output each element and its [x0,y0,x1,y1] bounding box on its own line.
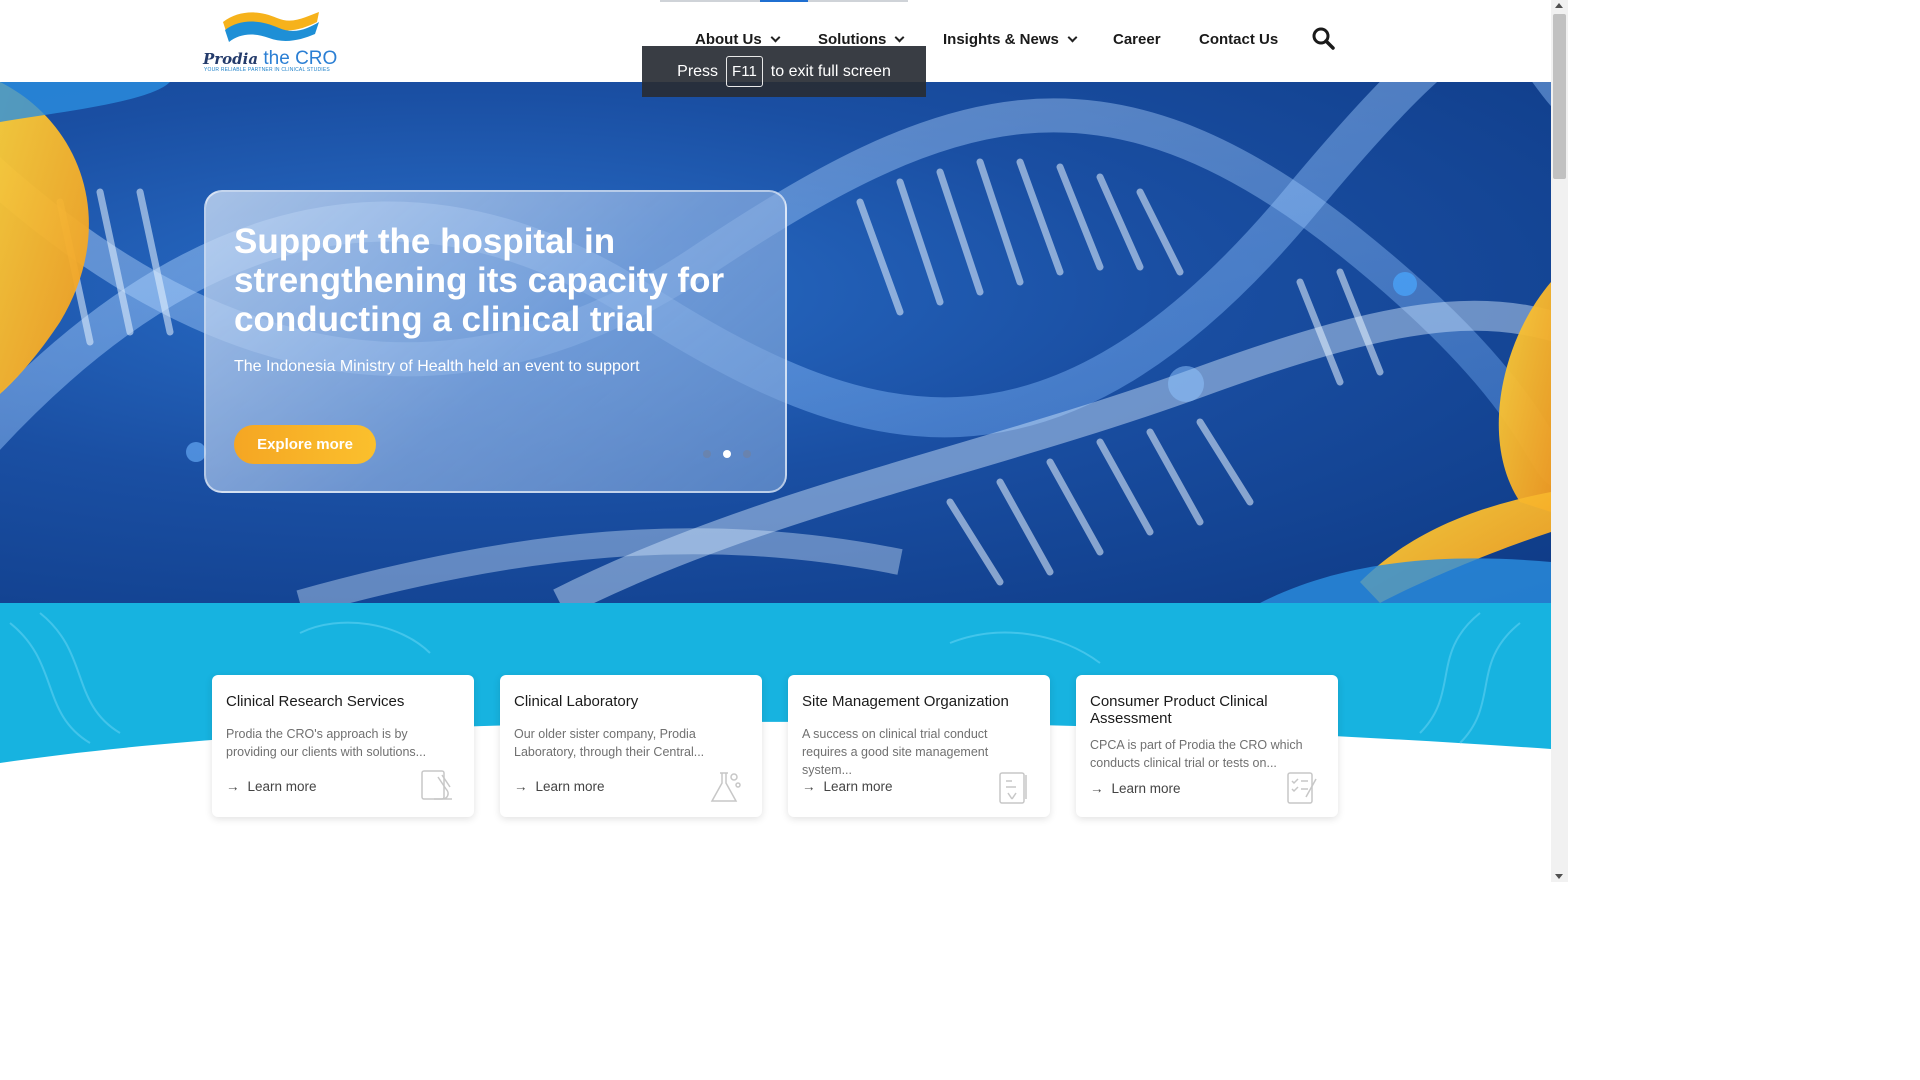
search-icon[interactable] [1311,26,1335,50]
checklist-icon [1287,772,1317,804]
logo-name: the CRO [263,48,338,69]
clipboard-icon [999,772,1027,804]
card-title: Clinical Laboratory [514,693,639,710]
logo-wave-icon [223,12,319,42]
nav-contact-us[interactable]: Contact Us [1199,31,1278,48]
nav-label: Insights & News [943,31,1059,48]
learn-more-link[interactable]: → Learn more [514,779,605,794]
arrow-right-icon: → [1090,781,1104,796]
flask-icon [710,772,741,802]
site-logo[interactable]: Prodia the CRO YOUR RELIABLE PARTNER IN … [203,8,337,74]
card-text: CPCA is part of Prodia the CRO which con… [1090,738,1303,770]
nav-label: Career [1113,31,1161,48]
hero-slide-card: Support the hospital in strengthening it… [204,190,787,493]
service-card-site-management[interactable]: Site Management Organization A success o… [788,675,1050,817]
card-title: Clinical Research Services [226,693,405,710]
hero-subtitle: The Indonesia Ministry of Health held an… [234,358,640,375]
explore-more-button[interactable]: Explore more [234,425,376,464]
card-text: Prodia the CRO's approach is by providin… [226,727,427,759]
scroll-down-arrow-icon[interactable] [1555,874,1563,879]
slider-dot-3[interactable] [743,450,751,458]
toast-key: F11 [726,56,763,87]
page-scrollbar[interactable] [1551,0,1568,882]
service-card-consumer-product[interactable]: Consumer Product Clinical Assessment CPC… [1076,675,1338,817]
slider-dot-1[interactable] [703,450,711,458]
link-label: Learn more [1111,781,1181,796]
browser-tab-indicator [660,0,908,2]
link-label: Learn more [823,779,893,794]
toast-press: Press [677,62,719,80]
card-text: A success on clinical trial conduct requ… [802,727,989,777]
nav-insights-news[interactable]: Insights & News [943,31,1078,48]
chevron-down-icon [894,32,905,43]
microscope-icon [421,770,452,800]
service-card-clinical-laboratory[interactable]: Clinical Laboratory Our older sister com… [500,675,762,817]
nav-career[interactable]: Career [1113,31,1161,48]
logo-brand: Prodia [203,50,259,68]
learn-more-link[interactable]: → Learn more [802,779,893,794]
service-card-clinical-research[interactable]: Clinical Research Services Prodia the CR… [212,675,474,817]
services-section: Clinical Research Services Prodia the CR… [0,603,1551,882]
link-label: Learn more [247,779,317,794]
scroll-up-arrow-icon[interactable] [1555,3,1563,8]
card-title: Site Management Organization [802,693,1009,710]
card-text: Our older sister company, Prodia Laborat… [514,727,705,759]
hero-title: Support the hospital in strengthening it… [234,222,725,339]
chevron-down-icon [1067,32,1078,43]
scrollbar-thumb[interactable] [1553,14,1566,179]
toast-text: to exit full screen [770,62,891,80]
logo-tagline: YOUR RELIABLE PARTNER IN CLINICAL STUDIE… [204,67,330,73]
fullscreen-exit-toast: Press F11 to exit full screen [642,46,926,97]
link-label: Learn more [535,779,605,794]
arrow-right-icon: → [514,779,528,794]
hero-banner: Support the hospital in strengthening it… [0,82,1551,603]
learn-more-link[interactable]: → Learn more [1090,781,1181,796]
arrow-right-icon: → [226,779,240,794]
chevron-down-icon [770,32,781,43]
slider-dots [703,450,751,458]
arrow-right-icon: → [802,779,816,794]
learn-more-link[interactable]: → Learn more [226,779,317,794]
slider-dot-2[interactable] [723,450,731,458]
nav-label: Contact Us [1199,31,1279,48]
card-title: Consumer Product Clinical Assessment [1090,693,1268,727]
